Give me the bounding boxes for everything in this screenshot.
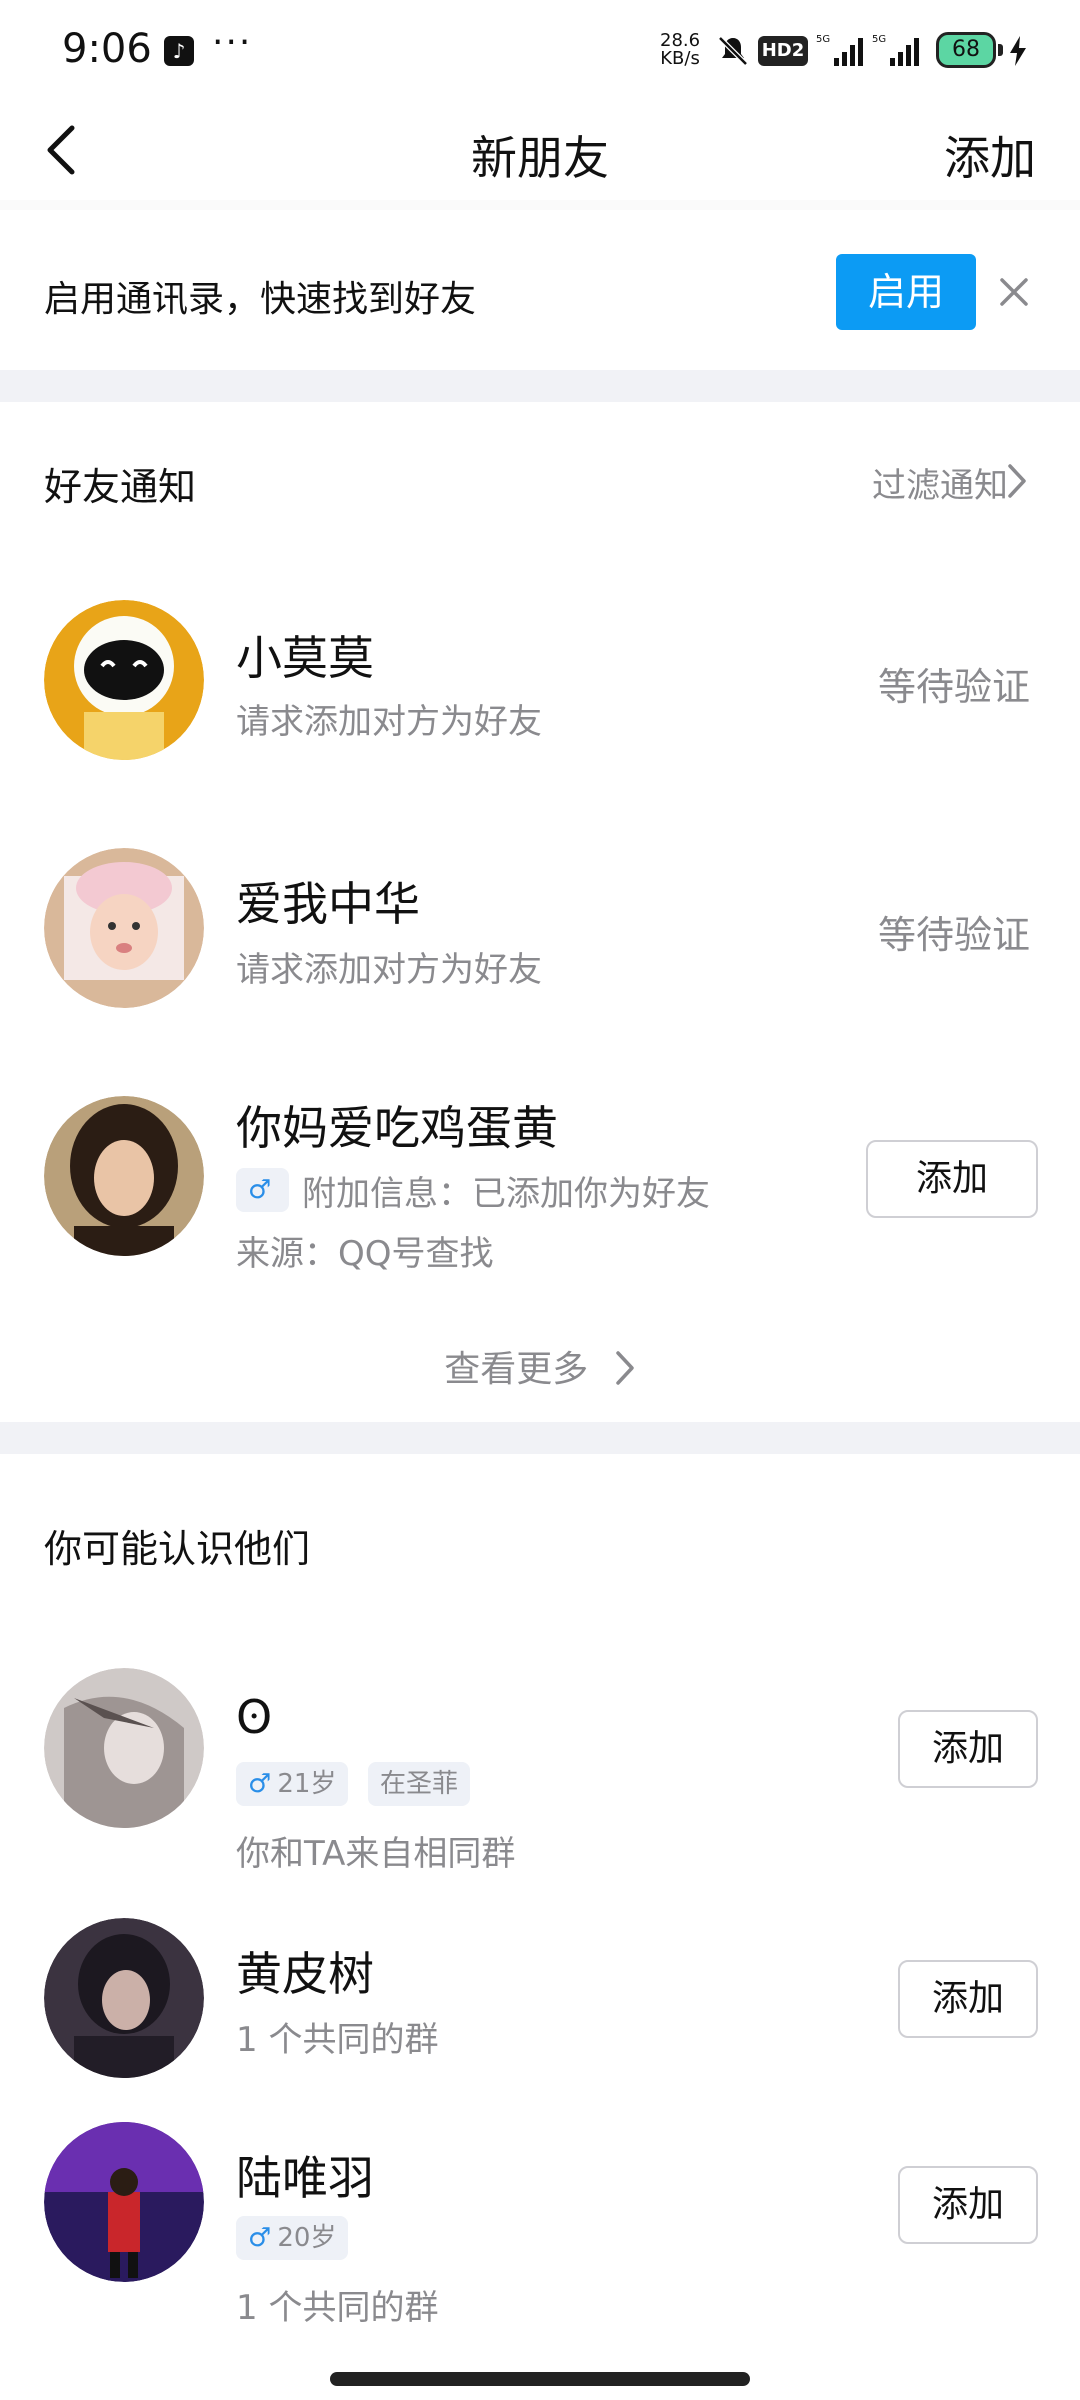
request-source: 来源：QQ号查找 xyxy=(236,1234,494,1274)
location-tag-text: 在圣菲 xyxy=(380,1769,459,1799)
age-tag: ♂ 21岁 xyxy=(236,1762,349,1806)
avatar[interactable] xyxy=(44,1668,204,1828)
avatar[interactable] xyxy=(44,848,204,1008)
add-button[interactable]: 添加 xyxy=(898,1960,1038,2038)
charging-icon xyxy=(1010,36,1026,66)
svg-text:5G: 5G xyxy=(816,34,830,45)
home-indicator[interactable] xyxy=(330,2372,750,2386)
svg-text:5G: 5G xyxy=(872,34,886,45)
chevron-right-icon xyxy=(615,1351,634,1385)
tiktok-icon: ♪ xyxy=(164,36,194,66)
signal-icon: 5G xyxy=(816,34,863,66)
avatar-image xyxy=(44,1918,204,2078)
request-detail: 请求添加对方为好友 xyxy=(236,950,542,990)
suggestion-detail: 1 个共同的群 xyxy=(236,2020,439,2060)
page-title: 新朋友 xyxy=(471,131,609,185)
add-button[interactable]: 添加 xyxy=(898,1710,1038,1788)
suggested-name: 陆唯羽 xyxy=(236,2151,374,2205)
avatar[interactable] xyxy=(44,2122,204,2282)
suggested-name: 黄皮树 xyxy=(236,1947,374,2001)
suggestion-detail: 你和TA来自相同群 xyxy=(236,1834,516,1874)
add-button[interactable]: 添加 xyxy=(898,2166,1038,2244)
pending-status: 等待验证 xyxy=(877,665,1030,709)
avatar[interactable] xyxy=(44,1918,204,2078)
friend-notifications-title: 好友通知 xyxy=(44,465,197,509)
extra-info: 附加信息：已添加你为好友 xyxy=(302,1174,710,1214)
enable-contacts-button[interactable]: 启用 xyxy=(836,254,976,330)
avatar-image xyxy=(44,1096,204,1256)
chevron-right-icon[interactable] xyxy=(1006,462,1028,500)
friend-name: 你妈爱吃鸡蛋黄 xyxy=(236,1101,558,1155)
section-divider xyxy=(0,370,1080,402)
friend-name: 爱我中华 xyxy=(236,877,420,931)
gender-tag: ♂ xyxy=(236,1168,290,1212)
location-tag: 在圣菲 xyxy=(368,1762,471,1806)
avatar-image xyxy=(44,1668,204,1828)
avatar[interactable] xyxy=(44,600,204,760)
status-time: 9:06 xyxy=(62,26,152,72)
see-more-link[interactable]: 查看更多 xyxy=(0,1340,1080,1392)
status-bar: 9:06 ♪ ··· 28.6 KB/s HD2 5G 5G 68 xyxy=(0,0,1080,100)
avatar[interactable] xyxy=(44,1096,204,1256)
more-notifications-icon: ··· xyxy=(212,22,253,63)
avatar-image xyxy=(44,2122,204,2282)
age-tag-text: 20岁 xyxy=(277,2223,337,2253)
suggestion-detail: 1 个共同的群 xyxy=(236,2288,439,2328)
friend-name: 小莫莫 xyxy=(236,631,374,685)
speed-unit: KB/s xyxy=(660,48,700,69)
hd-voice-icon: HD2 xyxy=(758,36,808,66)
nav-header: 新朋友 添加 xyxy=(0,100,1080,200)
age-tag-text: 21岁 xyxy=(277,1769,337,1799)
age-tag: ♂ 20岁 xyxy=(236,2216,349,2260)
suggested-name: ʘ xyxy=(236,1690,273,1744)
close-icon[interactable] xyxy=(994,272,1034,312)
avatar-image xyxy=(44,848,204,1008)
mute-bell-icon xyxy=(718,36,748,66)
avatar-image xyxy=(44,600,204,760)
see-more-label: 查看更多 xyxy=(444,1349,589,1390)
suggestions-title: 你可能认识他们 xyxy=(44,1527,311,1571)
divider xyxy=(0,200,1080,210)
battery-tip xyxy=(998,44,1003,56)
add-button[interactable]: 添加 xyxy=(866,1140,1038,1218)
contacts-banner-text: 启用通讯录，快速找到好友 xyxy=(44,279,477,320)
add-friend-link[interactable]: 添加 xyxy=(944,122,1036,188)
pending-status: 等待验证 xyxy=(877,913,1030,957)
request-detail: 请求添加对方为好友 xyxy=(236,702,542,742)
network-speed: 28.6 KB/s xyxy=(660,32,700,68)
section-divider xyxy=(0,1422,1080,1454)
signal-icon-2: 5G xyxy=(872,34,919,66)
contacts-banner: 启用通讯录，快速找到好友 启用 xyxy=(0,210,1080,370)
filter-notifications-link[interactable]: 过滤通知 xyxy=(872,458,1008,507)
battery-icon: 68 xyxy=(936,32,996,68)
